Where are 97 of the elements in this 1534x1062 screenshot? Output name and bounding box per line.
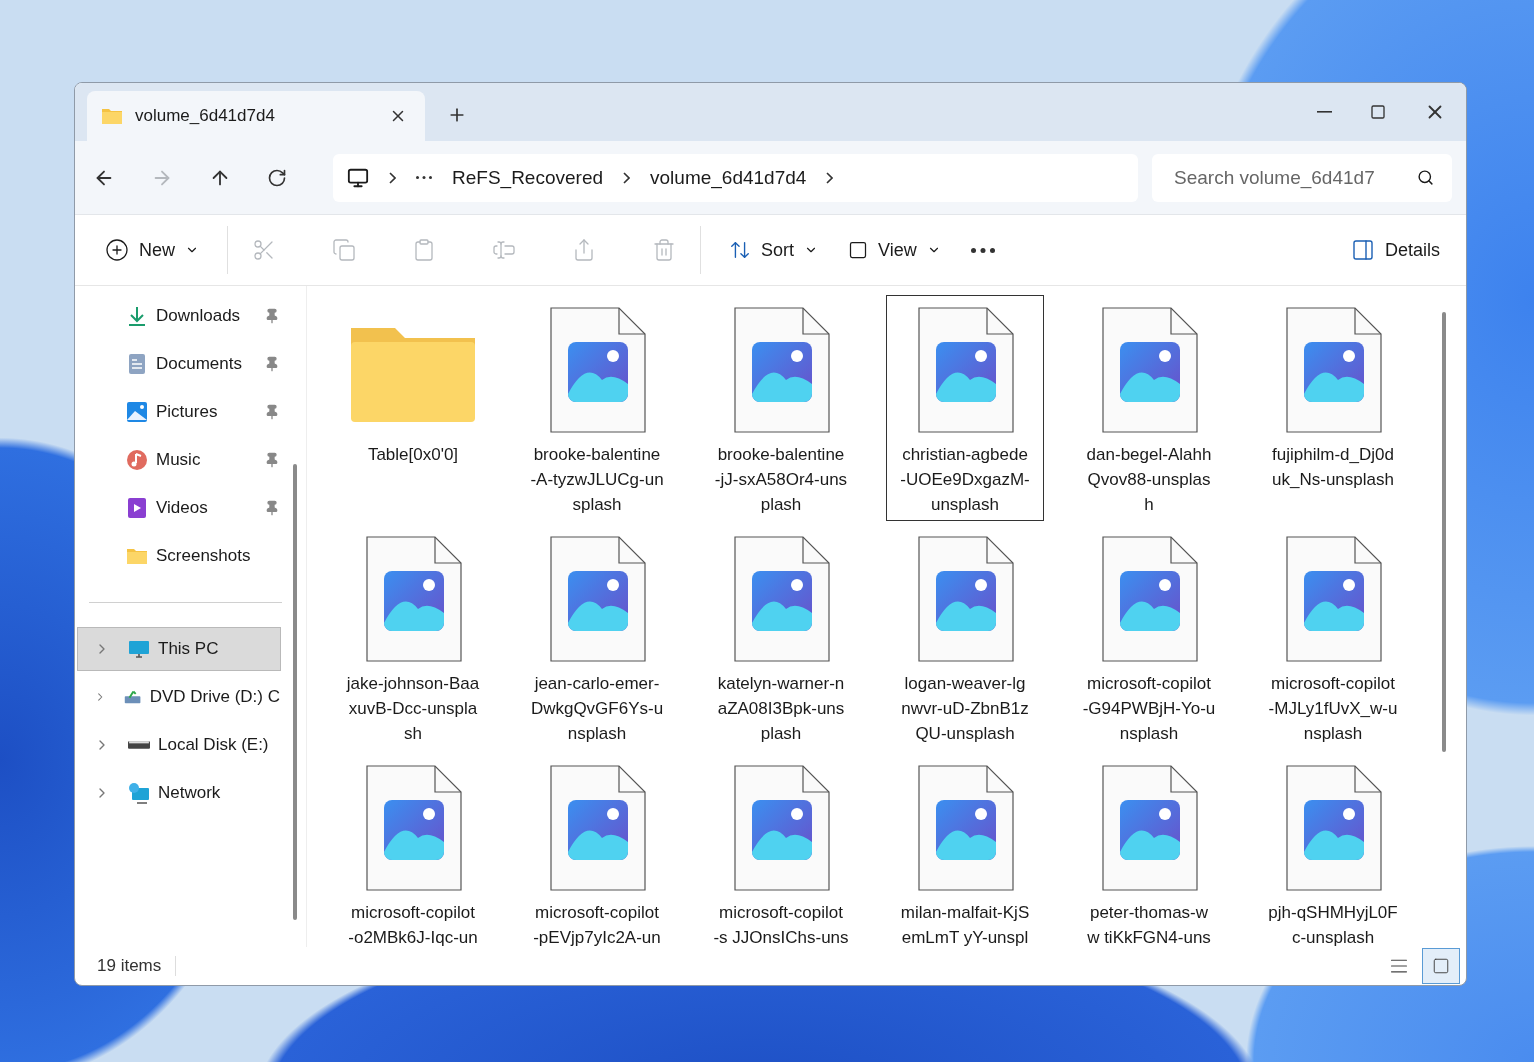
sidebar-label: Downloads (156, 306, 242, 326)
window-tab[interactable]: volume_6d41d7d4 (87, 91, 425, 141)
more-icon (970, 247, 995, 253)
minimize-icon (1317, 111, 1332, 113)
search-icon (1417, 168, 1434, 186)
file-item[interactable]: pjh-qSHMHyjL0F c-unsplash (1254, 753, 1412, 947)
chevron-icon (623, 171, 631, 184)
sidebar-item[interactable]: Videos (77, 486, 281, 530)
sidebar-label: Pictures (156, 402, 219, 422)
trash-icon (652, 238, 676, 262)
file-name: christian-agbede -UOEe9DxgazM- unsplash (900, 444, 1030, 516)
maximize-icon (1370, 104, 1386, 120)
file-item[interactable]: jean-carlo-emer- DwkgQvGF6Ys-u nsplash (518, 524, 676, 750)
file-item[interactable]: katelyn-warner-n aZA08I3Bpk-uns plash (702, 524, 860, 750)
sidebar-item[interactable]: DVD Drive (D:) C (77, 675, 281, 719)
sort-icon (729, 239, 751, 261)
tile-icon (1432, 957, 1450, 975)
rename-icon (492, 238, 516, 262)
sidebar-label: DVD Drive (D:) C (149, 687, 280, 707)
view-button[interactable]: View (840, 233, 949, 267)
clipboard-icon (412, 238, 436, 262)
file-name: jake-johnson-Baa xuvB-Dcc-unspla sh (346, 673, 480, 745)
breadcrumb[interactable]: ReFS_Recovered (452, 166, 604, 189)
sidebar-item[interactable]: Documents (77, 342, 281, 386)
sidebar-item[interactable]: Pictures (77, 390, 281, 434)
file-name: brooke-balentine -jJ-sxA58Or4-uns plash (714, 444, 848, 516)
videos-icon (126, 497, 148, 519)
monitor-icon (347, 166, 369, 189)
file-item[interactable]: fujiphilm-d_Dj0d uk_Ns-unsplash (1254, 295, 1412, 521)
file-name: jean-carlo-emer- DwkgQvGF6Ys-u nsplash (530, 673, 664, 745)
monitor-icon (128, 638, 150, 660)
file-item[interactable]: jake-johnson-Baa xuvB-Dcc-unspla sh (334, 524, 492, 750)
sidebar-label: Documents (156, 354, 243, 374)
file-item[interactable]: microsoft-copilot -s JJOnsIChs-uns (702, 753, 860, 947)
file-name: fujiphilm-d_Dj0d uk_Ns-unsplash (1272, 444, 1394, 491)
scrollbar-thumb[interactable] (1442, 312, 1446, 752)
file-name: milan-malfait-KjS emLmT yY-unspl (900, 902, 1030, 947)
document-icon (126, 353, 148, 375)
chevron-icon (826, 171, 834, 184)
file-name: microsoft-copilot -MJLy1fUvX_w-u nsplash (1268, 673, 1398, 745)
copy-icon (332, 238, 356, 262)
music-icon (126, 449, 148, 471)
file-name: microsoft-copilot -G94PWBjH-Yo-u nsplash (1082, 673, 1216, 745)
file-item[interactable]: brooke-balentine -A-tyzwJLUCg-un splash (518, 295, 676, 521)
sidebar-item[interactable]: Music (77, 438, 281, 482)
sidebar-label: Screenshots (156, 546, 252, 566)
file-item[interactable]: milan-malfait-KjS emLmT yY-unspl (886, 753, 1044, 947)
item-count: 19 items (97, 956, 177, 976)
file-item[interactable]: christian-agbede -UOEe9DxgazM- unsplash (886, 295, 1044, 521)
network-icon (128, 782, 150, 804)
file-name: Table[0x0'0] (367, 444, 459, 466)
file-name: peter-thomas-w w tiKkFGN4-uns (1087, 902, 1211, 947)
view-icon (848, 240, 869, 260)
sidebar-item[interactable]: Network (77, 771, 281, 815)
icons-view-button[interactable] (1422, 948, 1460, 984)
sidebar-label: Local Disk (E:) (158, 735, 270, 755)
sidebar-item[interactable]: Downloads (77, 294, 281, 338)
file-item[interactable]: logan-weaver-lg nwvr-uD-ZbnB1z QU-unsplash (886, 524, 1044, 750)
file-item[interactable]: peter-thomas-w w tiKkFGN4-uns (1070, 753, 1228, 947)
download-icon (126, 305, 148, 327)
pictures-icon (126, 401, 148, 423)
file-name: katelyn-warner-n aZA08I3Bpk-uns plash (717, 673, 845, 745)
tab-title: volume_6d41d7d4 (135, 106, 276, 126)
sidebar-label: Music (156, 450, 202, 470)
file-item[interactable]: Table[0x0'0] (334, 295, 492, 521)
details-pane-icon (1350, 238, 1375, 262)
details-button[interactable]: Details (1342, 232, 1448, 268)
new-button[interactable]: New (97, 232, 207, 268)
more-icon (416, 176, 432, 179)
file-item[interactable]: microsoft-copilot -G94PWBjH-Yo-u nsplash (1070, 524, 1228, 750)
file-item[interactable]: microsoft-copilot -o2MBk6J-Iqc-un (334, 753, 492, 947)
sidebar-label: Videos (156, 498, 209, 518)
breadcrumb[interactable]: volume_6d41d7d4 (650, 166, 807, 189)
refresh-icon (267, 167, 287, 188)
sort-button[interactable]: Sort (721, 233, 827, 267)
sidebar-item[interactable]: Local Disk (E:) (77, 723, 281, 767)
file-name: microsoft-copilot -s JJOnsIChs-uns (713, 902, 849, 947)
file-item[interactable]: brooke-balentine -jJ-sxA58Or4-uns plash (702, 295, 860, 521)
file-name: microsoft-copilot -pEVjp7yIc2A-un (533, 902, 661, 947)
share-icon (572, 238, 596, 262)
file-item[interactable]: microsoft-copilot -pEVjp7yIc2A-un (518, 753, 676, 947)
chevron-icon (389, 171, 396, 184)
file-name: microsoft-copilot -o2MBk6J-Iqc-un (348, 902, 478, 947)
sidebar-item[interactable]: This PC (77, 627, 281, 671)
file-name: logan-weaver-lg nwvr-uD-ZbnB1z QU-unsplash (901, 673, 1029, 745)
scrollbar-thumb[interactable] (293, 464, 297, 920)
plus-icon (105, 238, 129, 262)
file-item[interactable]: microsoft-copilot -MJLy1fUvX_w-u nsplash (1254, 524, 1412, 750)
address-bar[interactable]: ReFS_Recovered volume_6d41d7d4 (333, 153, 1138, 202)
search-field[interactable]: Search volume_6d41d7 (1152, 153, 1452, 202)
sidebar-label: This PC (158, 639, 220, 659)
sidebar-label: Network (158, 783, 222, 803)
file-name: dan-begel-Alahh Qvov88-unsplas h (1086, 444, 1212, 516)
file-name: pjh-qSHMHyjL0F c-unsplash (1268, 902, 1398, 947)
sidebar-item[interactable]: Screenshots (77, 534, 281, 578)
file-item[interactable]: dan-begel-Alahh Qvov88-unsplas h (1070, 295, 1228, 521)
file-name: brooke-balentine -A-tyzwJLUCg-un splash (530, 444, 664, 516)
